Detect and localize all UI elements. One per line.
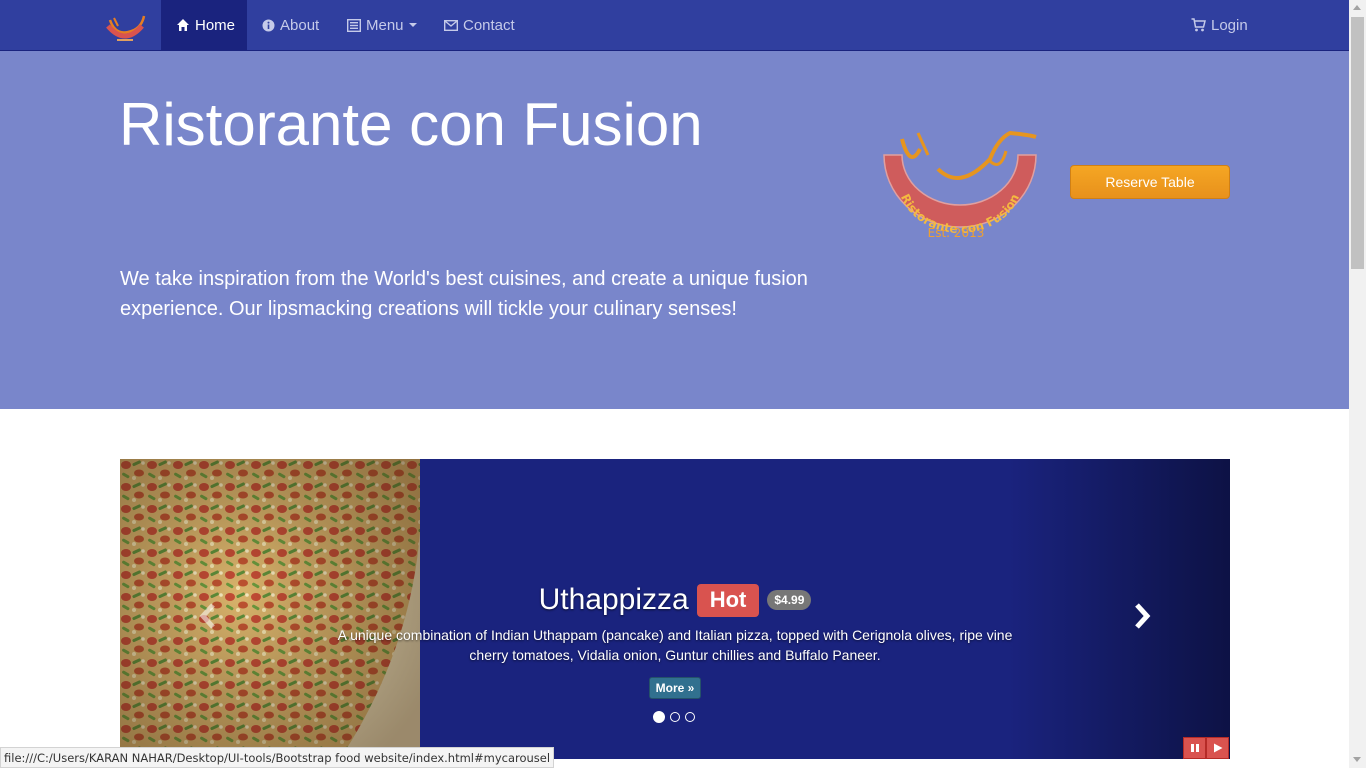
jumbotron: Ristorante con Fusion We take inspiratio…: [0, 51, 1349, 409]
nav-home[interactable]: Home: [161, 0, 247, 50]
scroll-up-arrow-icon[interactable]: [1353, 5, 1361, 10]
scroll-thumb[interactable]: [1351, 17, 1364, 269]
list-alt-icon: [347, 18, 361, 32]
page: Home About Menu Contact Login Ristorante…: [0, 0, 1366, 768]
dish-title: Uthappizza: [538, 583, 689, 616]
chevron-left-icon: [199, 603, 215, 629]
caret-down-icon: [408, 23, 417, 27]
price-badge: $4.99: [767, 590, 812, 610]
carousel-play-controls: [1183, 737, 1229, 759]
envelope-icon: [444, 19, 458, 31]
logo-est-text: Est. 2013: [928, 226, 985, 240]
carousel-caption: Uthappizza Hot $4.99 A unique combinatio…: [330, 583, 1020, 699]
jumbotron-text: We take inspiration from the World's bes…: [120, 268, 808, 320]
nav-about[interactable]: About: [262, 0, 319, 50]
carousel-indicator-2[interactable]: [670, 712, 680, 722]
nav-menu-label: Menu: [366, 16, 404, 34]
restaurant-logo: Ristorante con Fusion Est. 2013: [883, 130, 1037, 240]
reserve-table-button[interactable]: Reserve Table: [1070, 165, 1230, 199]
page-title: Ristorante con Fusion: [119, 91, 703, 158]
nav-login-label: Login: [1211, 16, 1248, 34]
carousel-indicators: [653, 711, 695, 723]
nav-login[interactable]: Login: [1191, 0, 1248, 50]
dish-description: A unique combination of Indian Uthappam …: [337, 627, 1013, 663]
pause-icon: [1190, 744, 1199, 752]
carousel-next-button[interactable]: [1130, 601, 1154, 636]
chevron-right-icon: [1135, 603, 1151, 629]
more-button[interactable]: More »: [648, 677, 702, 699]
shopping-cart-icon: [1191, 18, 1206, 32]
pause-button[interactable]: [1183, 737, 1206, 759]
navbar: Home About Menu Contact Login: [0, 0, 1349, 51]
page-scrollbar[interactable]: [1349, 0, 1366, 768]
carousel-indicator-1[interactable]: [653, 711, 665, 723]
scroll-down-arrow-icon[interactable]: [1353, 757, 1361, 762]
nav-contact[interactable]: Contact: [444, 0, 515, 50]
nav-menu-dropdown[interactable]: Menu: [347, 0, 417, 50]
carousel-prev-button[interactable]: [196, 601, 220, 636]
carousel: Uthappizza Hot $4.99 A unique combinatio…: [120, 459, 1230, 759]
hot-label: Hot: [696, 583, 760, 617]
info-circle-icon: [262, 19, 275, 32]
nav-contact-label: Contact: [463, 16, 515, 34]
play-button[interactable]: [1206, 737, 1229, 759]
play-icon: [1213, 743, 1222, 753]
home-icon: [176, 18, 190, 32]
carousel-indicator-3[interactable]: [685, 712, 695, 722]
browser-status-bar: file:///C:/Users/KARAN NAHAR/Desktop/UI-…: [0, 747, 555, 768]
nav-home-label: Home: [195, 16, 236, 34]
brand-logo[interactable]: [104, 12, 146, 44]
nav-about-label: About: [280, 16, 320, 34]
